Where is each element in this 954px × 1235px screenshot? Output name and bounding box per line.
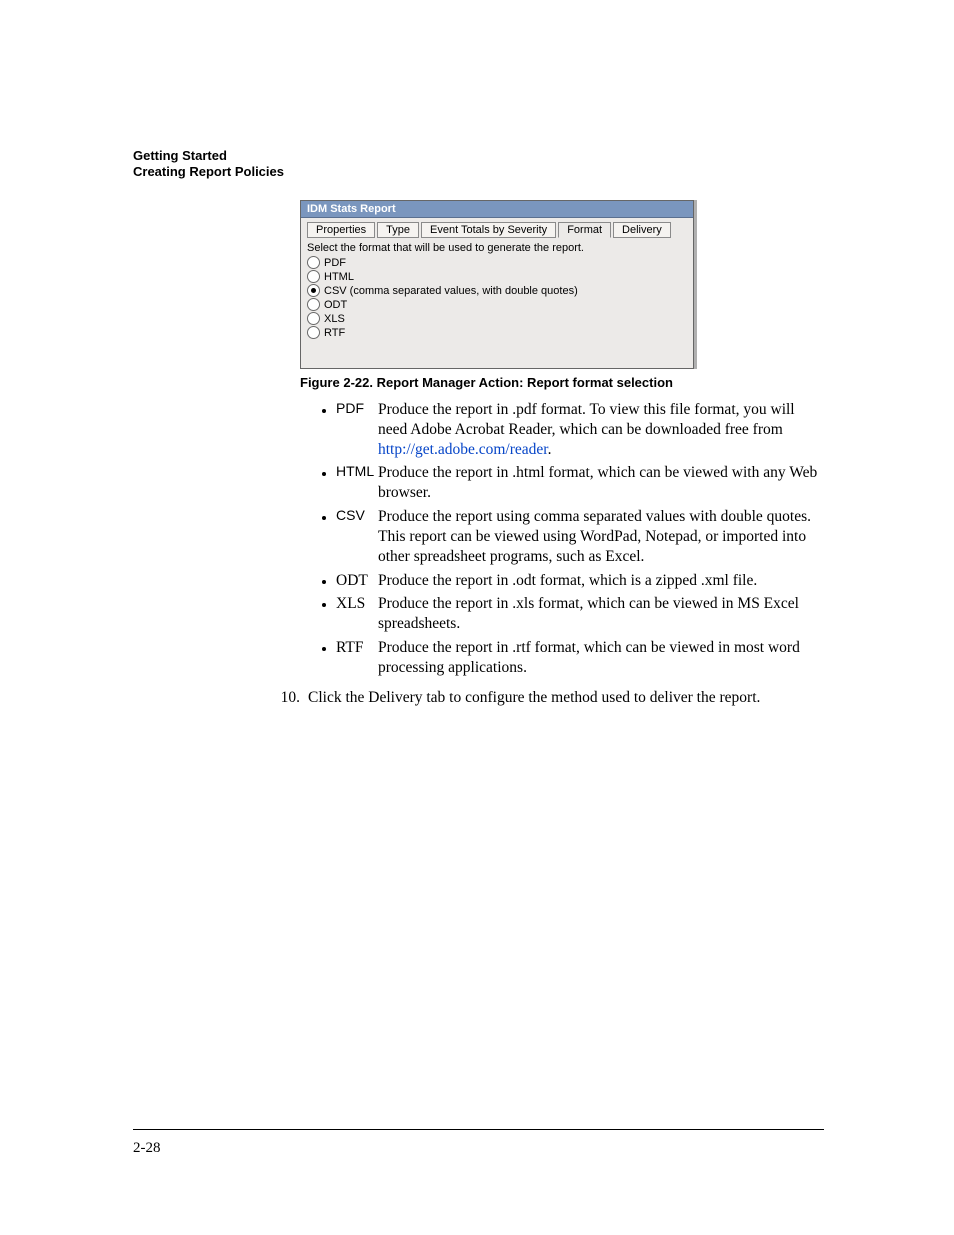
list-item-csv: CSV Produce the report using comma separ… bbox=[300, 507, 824, 566]
step-number: 10. bbox=[270, 688, 308, 708]
format-term: RTF bbox=[336, 638, 378, 658]
format-desc: Produce the report in .rtf format, which… bbox=[378, 638, 824, 678]
list-item-pdf: PDF Produce the report in .pdf format. T… bbox=[300, 400, 824, 459]
tab-delivery[interactable]: Delivery bbox=[613, 222, 671, 238]
radio-icon bbox=[307, 256, 320, 269]
bullet-icon bbox=[322, 603, 326, 607]
format-desc: Produce the report in .odt format, which… bbox=[378, 571, 824, 591]
bullet-icon bbox=[322, 516, 326, 520]
bullet-icon bbox=[322, 409, 326, 413]
header-line-1: Getting Started bbox=[133, 148, 284, 164]
format-term: CSV bbox=[336, 507, 378, 525]
format-term: XLS bbox=[336, 594, 378, 614]
format-desc: Produce the report in .pdf format. To vi… bbox=[378, 400, 824, 459]
step-10: 10. Click the Delivery tab to configure … bbox=[300, 688, 824, 708]
tab-format[interactable]: Format bbox=[558, 222, 611, 238]
tab-properties[interactable]: Properties bbox=[307, 222, 375, 238]
tab-type[interactable]: Type bbox=[377, 222, 419, 238]
radio-row-csv[interactable]: CSV (comma separated values, with double… bbox=[307, 284, 687, 297]
radio-row-xls[interactable]: XLS bbox=[307, 312, 687, 325]
format-desc: Produce the report in .xls format, which… bbox=[378, 594, 824, 634]
dialog-right-border bbox=[694, 200, 697, 369]
bullet-icon bbox=[322, 647, 326, 651]
dialog-title: IDM Stats Report bbox=[301, 201, 693, 218]
bullet-icon bbox=[322, 580, 326, 584]
header-line-2: Creating Report Policies bbox=[133, 164, 284, 180]
footer-rule bbox=[133, 1129, 824, 1130]
radio-label: XLS bbox=[324, 313, 345, 325]
radio-label: CSV (comma separated values, with double… bbox=[324, 285, 578, 297]
dialog-idm-stats-report: IDM Stats Report Properties Type Event T… bbox=[300, 200, 694, 369]
radio-icon bbox=[307, 312, 320, 325]
radio-icon bbox=[307, 298, 320, 311]
format-desc: Produce the report in .html format, whic… bbox=[378, 463, 824, 503]
radio-icon bbox=[307, 270, 320, 283]
list-item-odt: ODT Produce the report in .odt format, w… bbox=[300, 571, 824, 591]
radio-row-html[interactable]: HTML bbox=[307, 270, 687, 283]
format-desc: Produce the report using comma separated… bbox=[378, 507, 824, 566]
radio-icon bbox=[307, 284, 320, 297]
radio-label: RTF bbox=[324, 327, 345, 339]
radio-row-odt[interactable]: ODT bbox=[307, 298, 687, 311]
radio-row-rtf[interactable]: RTF bbox=[307, 326, 687, 339]
radio-label: PDF bbox=[324, 257, 346, 269]
bullet-icon bbox=[322, 472, 326, 476]
radio-label: ODT bbox=[324, 299, 347, 311]
list-item-rtf: RTF Produce the report in .rtf format, w… bbox=[300, 638, 824, 678]
step-text: Click the Delivery tab to configure the … bbox=[308, 688, 760, 708]
page-number: 2-28 bbox=[133, 1140, 161, 1157]
dialog-tabs: Properties Type Event Totals by Severity… bbox=[307, 222, 687, 238]
page-header: Getting Started Creating Report Policies bbox=[133, 148, 284, 181]
format-term: HTML bbox=[336, 463, 378, 481]
format-term: PDF bbox=[336, 400, 378, 418]
link-adobe-reader[interactable]: http://get.adobe.com/reader bbox=[378, 441, 548, 458]
list-item-html: HTML Produce the report in .html format,… bbox=[300, 463, 824, 503]
radio-row-pdf[interactable]: PDF bbox=[307, 256, 687, 269]
dialog-instruction: Select the format that will be used to g… bbox=[307, 242, 687, 254]
tab-event-totals[interactable]: Event Totals by Severity bbox=[421, 222, 556, 238]
radio-label: HTML bbox=[324, 271, 354, 283]
list-item-xls: XLS Produce the report in .xls format, w… bbox=[300, 594, 824, 634]
radio-icon bbox=[307, 326, 320, 339]
format-term: ODT bbox=[336, 571, 378, 591]
format-list: PDF Produce the report in .pdf format. T… bbox=[300, 400, 824, 678]
figure-caption: Figure 2-22. Report Manager Action: Repo… bbox=[300, 375, 824, 390]
